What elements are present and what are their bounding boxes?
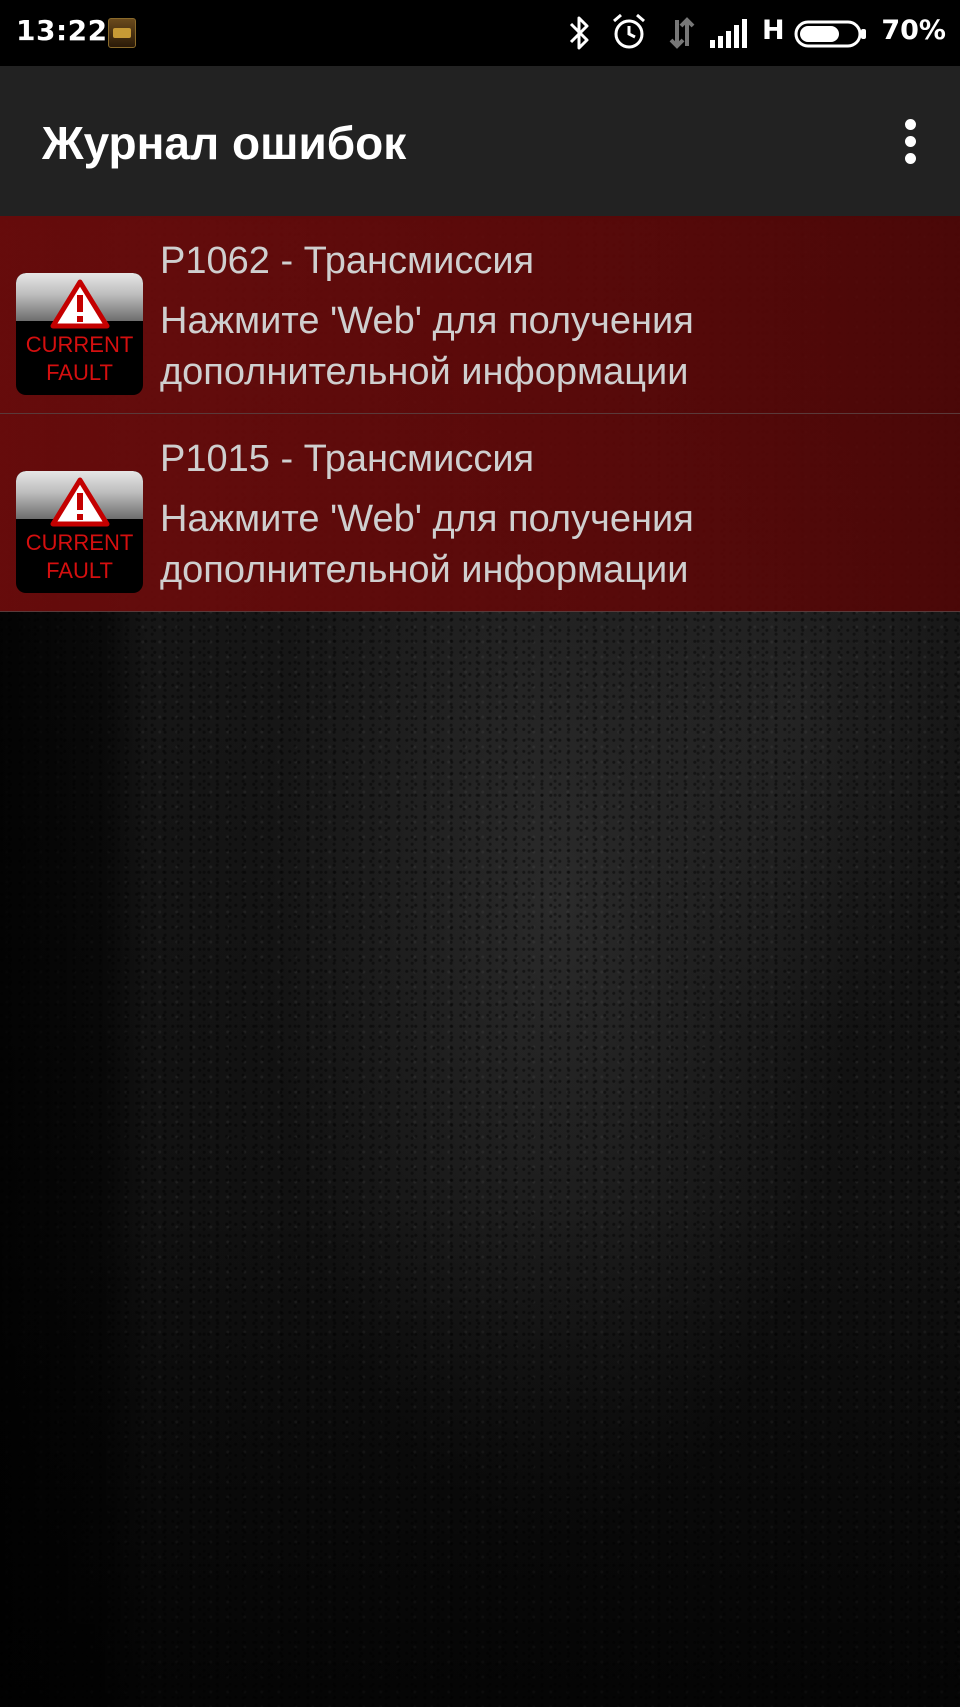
data-arrows-icon [669,17,695,49]
fault-description-line-1: Нажмите 'Web' для получения [160,300,694,342]
overflow-menu-icon [904,118,916,130]
fault-description-line-1: Нажмите 'Web' для получения [160,498,694,540]
page-title: Журнал ошибок [42,117,407,169]
overflow-menu-dot [904,152,916,164]
screen: 13:22 H 70% Журнал ошибок CURRENT FAULT … [0,0,960,1707]
icon-label-fault: FAULT [46,558,113,583]
battery-icon [794,20,866,48]
icon-label-current: CURRENT [25,332,134,357]
fault-list: CURRENT FAULT P1062 - Трансмиссия Нажмит… [0,216,960,612]
current-fault-icon: CURRENT FAULT [16,273,143,395]
battery-percent: 70% [881,15,946,46]
app-bar: Журнал ошибок [0,66,960,216]
warning-icon [50,279,110,329]
current-fault-icon: CURRENT FAULT [16,471,143,593]
alarm-icon [613,13,645,49]
network-type: H [762,15,785,46]
fault-list-item[interactable]: CURRENT FAULT P1015 - Трансмиссия Нажмит… [0,414,960,612]
fault-list-item[interactable]: CURRENT FAULT P1062 - Трансмиссия Нажмит… [0,216,960,414]
status-icons: H 70% [566,10,946,56]
status-bar: 13:22 H 70% [0,0,960,66]
fault-description-line-2: дополнительной информации [160,549,689,591]
overflow-menu-button[interactable] [884,110,936,172]
fault-description-line-2: дополнительной информации [160,351,689,393]
warning-icon [50,477,110,527]
icon-label-fault: FAULT [46,360,113,385]
signal-icon [710,19,747,48]
bluetooth-icon [569,16,589,50]
fault-description: Нажмите 'Web' для получения дополнительн… [160,296,940,398]
background-shadow-bottom [0,1207,960,1707]
obd-app-icon [108,18,136,48]
fault-description: Нажмите 'Web' для получения дополнительн… [160,494,940,596]
overflow-menu-dot [904,135,916,147]
fault-code-title: P1015 - Трансмиссия [160,438,535,480]
status-time: 13:22 [16,14,108,47]
icon-label-current: CURRENT [25,530,134,555]
fault-code-title: P1062 - Трансмиссия [160,240,535,282]
